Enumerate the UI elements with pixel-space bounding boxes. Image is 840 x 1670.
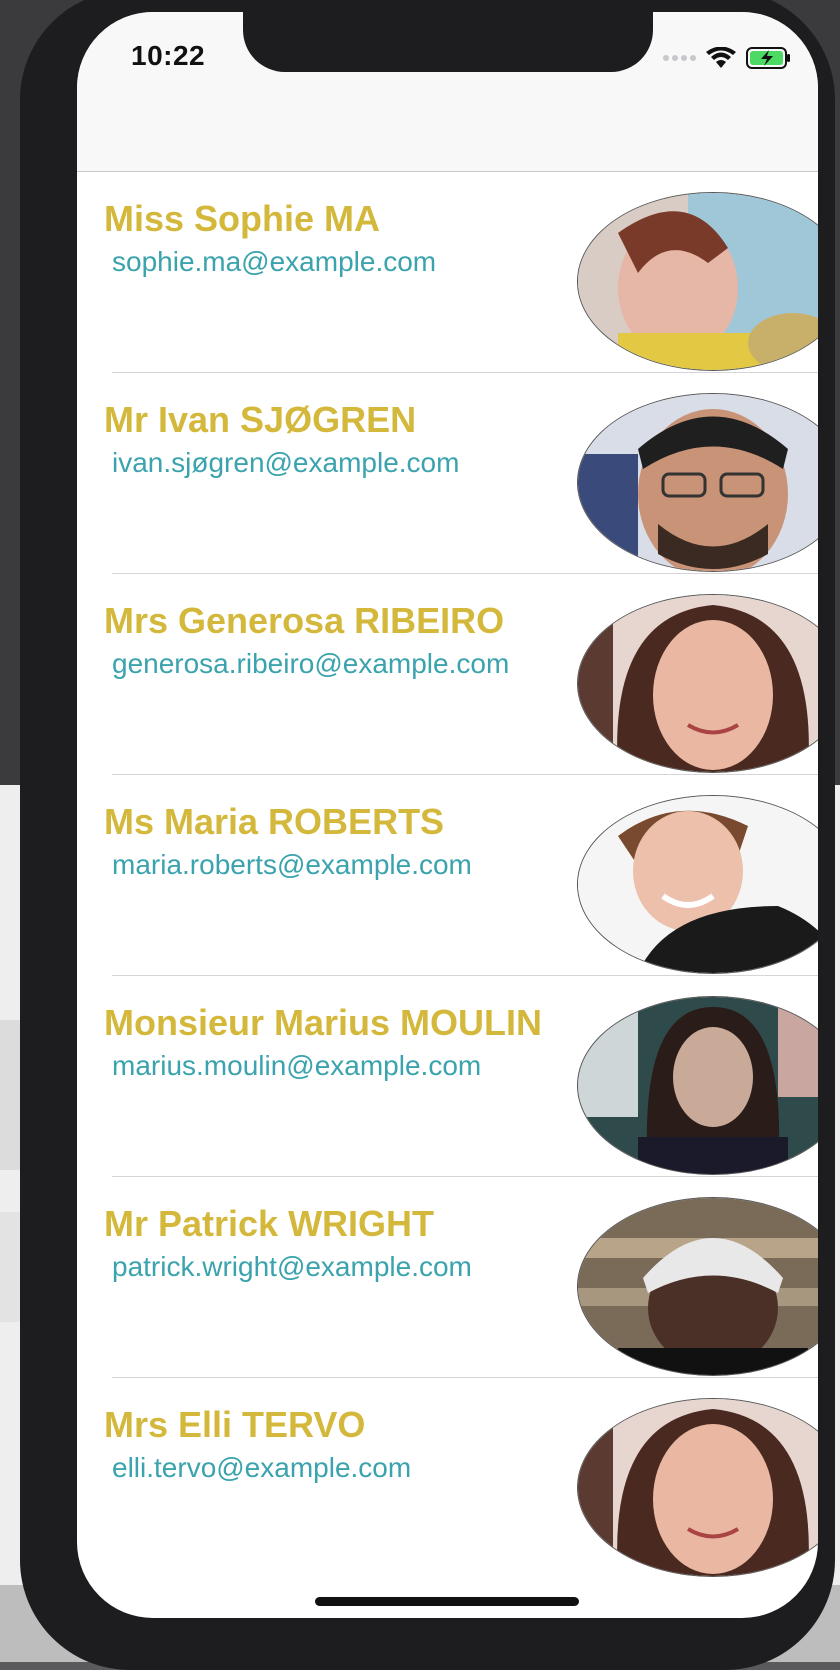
contact-email: marius.moulin@example.com bbox=[112, 1050, 482, 1081]
contact-email: generosa.ribeiro@example.com bbox=[112, 648, 510, 679]
avatar bbox=[577, 192, 818, 371]
list-item[interactable]: Mrs Elli TERVO elli.tervo@example.com bbox=[104, 1378, 818, 1578]
avatar bbox=[577, 795, 818, 974]
contact-email: ivan.sjøgren@example.com bbox=[112, 447, 460, 478]
contact-email: patrick.wright@example.com bbox=[112, 1251, 472, 1282]
avatar bbox=[577, 1197, 818, 1376]
avatar bbox=[577, 1398, 818, 1577]
avatar bbox=[577, 393, 818, 572]
contact-name: Ms Maria ROBERTS bbox=[104, 801, 445, 842]
contact-name: Mrs Generosa RIBEIRO bbox=[104, 600, 505, 641]
notch bbox=[243, 12, 653, 72]
contact-name: Monsieur Marius MOULIN bbox=[104, 1002, 543, 1043]
avatar bbox=[577, 996, 818, 1175]
contact-email: elli.tervo@example.com bbox=[112, 1452, 412, 1483]
cellular-signal-icon bbox=[663, 55, 696, 61]
phone-frame: 10:22 Miss Sophie MA sophie.ma@example.c… bbox=[20, 0, 835, 1670]
contact-name: Mr Ivan SJØGREN bbox=[104, 399, 417, 440]
contact-list: Miss Sophie MA sophie.ma@example.com Mr … bbox=[77, 172, 818, 1578]
wifi-icon bbox=[706, 47, 736, 68]
contact-name: Mr Patrick WRIGHT bbox=[104, 1203, 435, 1244]
contact-email: maria.roberts@example.com bbox=[112, 849, 472, 880]
avatar bbox=[577, 594, 818, 773]
contact-name: Miss Sophie MA bbox=[104, 198, 381, 239]
list-item[interactable]: Mrs Generosa RIBEIRO generosa.ribeiro@ex… bbox=[104, 574, 818, 775]
list-item[interactable]: Ms Maria ROBERTS maria.roberts@example.c… bbox=[104, 775, 818, 976]
list-item[interactable]: Mr Ivan SJØGREN ivan.sjøgren@example.com bbox=[104, 373, 818, 574]
list-item[interactable]: Mr Patrick WRIGHT patrick.wright@example… bbox=[104, 1177, 818, 1378]
contact-name: Mrs Elli TERVO bbox=[104, 1404, 366, 1445]
phone-screen: 10:22 Miss Sophie MA sophie.ma@example.c… bbox=[77, 12, 818, 1618]
contact-email: sophie.ma@example.com bbox=[112, 246, 437, 277]
list-item[interactable]: Monsieur Marius MOULIN marius.moulin@exa… bbox=[104, 976, 818, 1177]
status-icons bbox=[663, 46, 792, 70]
status-time: 10:22 bbox=[131, 40, 206, 71]
list-item[interactable]: Miss Sophie MA sophie.ma@example.com bbox=[104, 172, 818, 373]
battery-charging-icon bbox=[746, 47, 790, 69]
home-indicator[interactable] bbox=[315, 1597, 579, 1606]
